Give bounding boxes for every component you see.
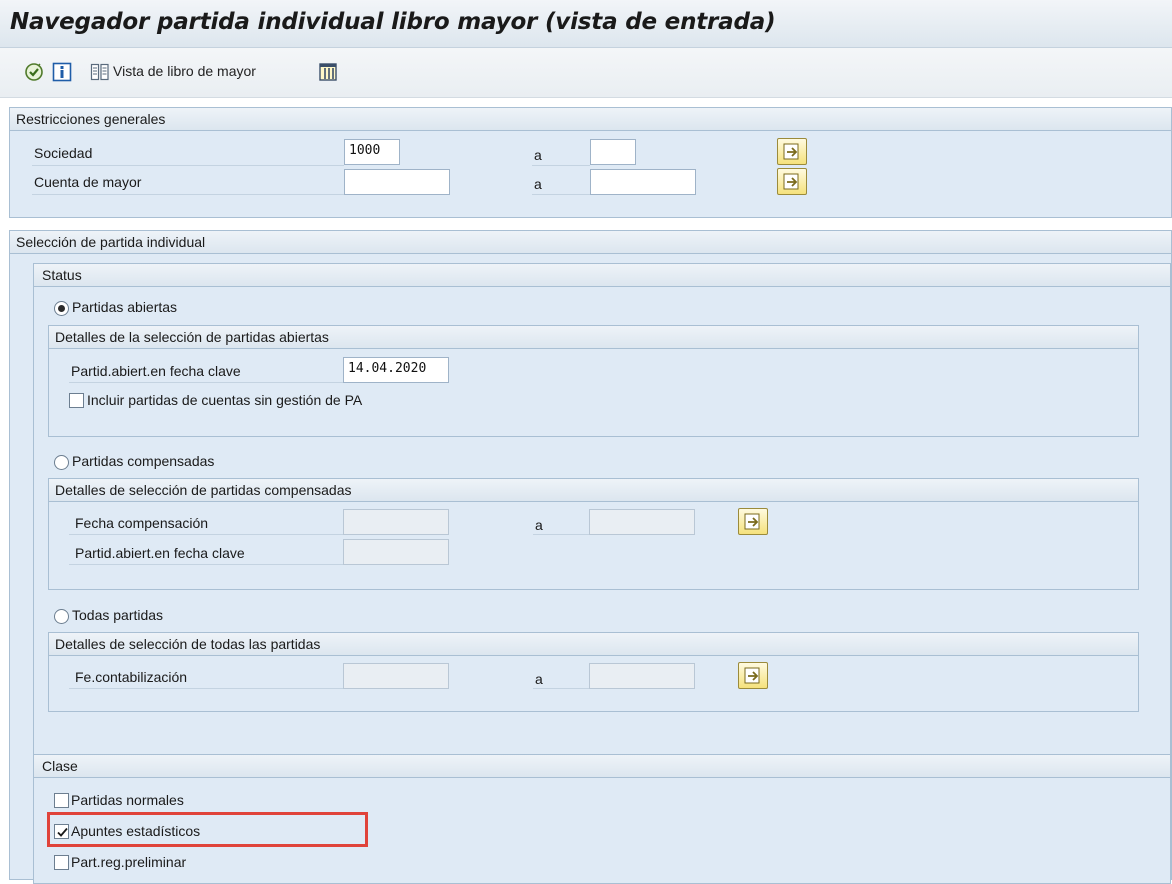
all-items-details-group: Detalles de selección de todas las parti… <box>48 632 1139 712</box>
title-bar: Navegador partida individual libro mayor… <box>0 0 1172 48</box>
ledger-view-button[interactable]: Vista de libro de mayor <box>113 63 256 79</box>
all-items-radio[interactable] <box>54 609 69 624</box>
include-non-oi-accounts-checkbox[interactable] <box>69 393 84 408</box>
ledger-view-icon[interactable] <box>90 62 110 82</box>
sociedad-to-underline <box>532 165 590 166</box>
cleared-items-details-heading: Detalles de selección de partidas compen… <box>49 479 1138 502</box>
page-title: Navegador partida individual libro mayor… <box>10 9 776 35</box>
posting-date-to-underline <box>533 688 589 689</box>
open-key-date-underline <box>69 382 343 383</box>
normal-items-checkbox[interactable] <box>54 793 69 808</box>
posting-date-to-label: a <box>535 671 543 687</box>
execute-icon[interactable] <box>24 62 44 82</box>
layout-icon[interactable] <box>318 62 338 82</box>
open-items-details-group: Detalles de la selección de partidas abi… <box>48 325 1139 437</box>
sociedad-to-input[interactable] <box>590 139 636 165</box>
cleared-key-date-underline <box>69 564 343 565</box>
open-key-date-input[interactable]: 14.04.2020 <box>343 357 449 383</box>
clearing-date-multiple-selection-button[interactable] <box>738 508 768 535</box>
posting-date-multiple-selection-button[interactable] <box>738 662 768 689</box>
arrow-right-icon <box>744 667 760 684</box>
cleared-key-date-input <box>343 539 449 565</box>
cuenta-to-label: a <box>534 176 542 192</box>
all-items-label: Todas partidas <box>72 607 164 623</box>
main-area: Restricciones generales Sociedad 1000 a … <box>0 98 1172 884</box>
open-items-radio[interactable] <box>54 301 69 316</box>
sociedad-input[interactable]: 1000 <box>344 139 400 165</box>
include-non-oi-accounts-label: Incluir partidas de cuentas sin gestión … <box>87 392 363 408</box>
cuenta-to-underline <box>532 194 590 195</box>
status-heading: Status <box>34 264 1170 287</box>
posting-date-to-input <box>589 663 695 689</box>
statistical-items-highlight <box>47 812 368 847</box>
clearing-date-input <box>343 509 449 535</box>
posting-date-label: Fe.contabilización <box>75 669 188 685</box>
clearing-date-label: Fecha compensación <box>75 515 209 531</box>
arrow-right-icon <box>783 173 799 190</box>
cleared-items-details-group: Detalles de selección de partidas compen… <box>48 478 1139 590</box>
cuenta-to-input[interactable] <box>590 169 696 195</box>
cuenta-label-underline <box>32 194 344 195</box>
arrow-right-icon <box>744 513 760 530</box>
posting-date-input <box>343 663 449 689</box>
status-group: Status Partidas abiertas Detalles de la … <box>33 263 1171 767</box>
clase-heading: Clase <box>34 755 1170 778</box>
clearing-date-to-label: a <box>535 517 543 533</box>
general-restrictions-group: Restricciones generales Sociedad 1000 a … <box>9 107 1172 218</box>
clearing-date-underline <box>69 534 343 535</box>
open-key-date-label: Partid.abiert.en fecha clave <box>71 363 241 379</box>
clase-group: Clase Partidas normales Apuntes estadíst… <box>33 754 1171 884</box>
general-restrictions-heading: Restricciones generales <box>10 108 1171 131</box>
cuenta-input[interactable] <box>344 169 450 195</box>
individual-item-selection-heading: Selección de partida individual <box>10 231 1171 254</box>
cleared-key-date-label: Partid.abiert.en fecha clave <box>75 545 245 561</box>
clearing-date-to-input <box>589 509 695 535</box>
parked-items-checkbox[interactable] <box>54 855 69 870</box>
sociedad-to-label: a <box>534 147 542 163</box>
cuenta-multiple-selection-button[interactable] <box>777 168 807 195</box>
cleared-items-radio[interactable] <box>54 455 69 470</box>
open-items-label: Partidas abiertas <box>72 299 178 315</box>
sociedad-multiple-selection-button[interactable] <box>777 138 807 165</box>
cleared-items-label: Partidas compensadas <box>72 453 215 469</box>
normal-items-label: Partidas normales <box>71 792 184 808</box>
cuenta-label: Cuenta de mayor <box>34 174 142 190</box>
info-icon[interactable] <box>52 62 72 82</box>
clearing-date-to-underline <box>533 534 589 535</box>
posting-date-underline <box>69 688 343 689</box>
open-items-details-heading: Detalles de la selección de partidas abi… <box>49 326 1138 349</box>
sociedad-label: Sociedad <box>34 145 93 161</box>
application-toolbar: Vista de libro de mayor <box>0 48 1172 98</box>
parked-items-label: Part.reg.preliminar <box>71 854 187 870</box>
arrow-right-icon <box>783 143 799 160</box>
sociedad-label-underline <box>32 165 344 166</box>
all-items-details-heading: Detalles de selección de todas las parti… <box>49 633 1138 656</box>
individual-item-selection-group: Selección de partida individual Status P… <box>9 230 1172 884</box>
